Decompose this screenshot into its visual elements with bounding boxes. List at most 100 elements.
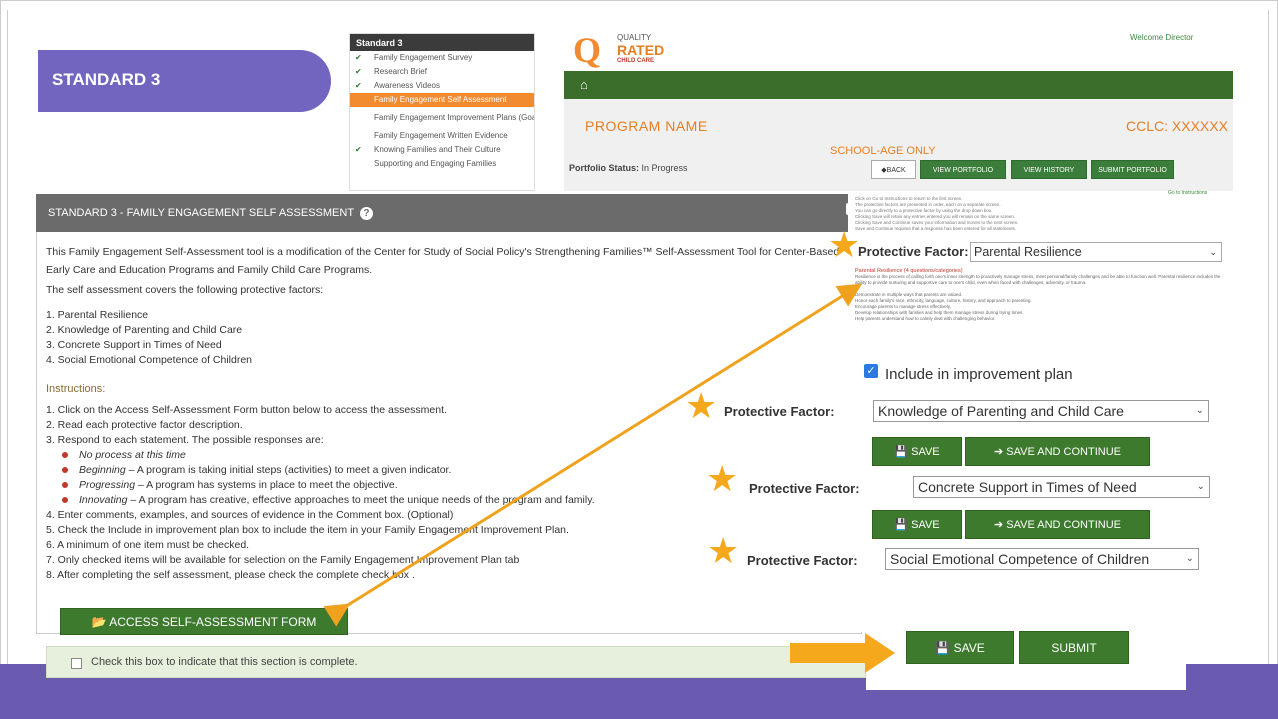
instruction-step: 8. After completing the self assessment,… (46, 569, 415, 581)
logo-line2: RATED (617, 42, 665, 58)
school-age-label: SCHOOL-AGE ONLY (830, 145, 936, 157)
panel-title-text: STANDARD 3 - FAMILY ENGAGEMENT SELF ASSE… (48, 207, 354, 219)
help-icon[interactable]: ? (359, 207, 373, 220)
factor-item: 2. Knowledge of Parenting and Child Care (46, 324, 243, 336)
q-logo-icon: Q (573, 30, 602, 70)
factor-item: 1. Parental Resilience (46, 309, 149, 321)
protective-factor-select-1[interactable]: Parental Resilience ⌄ (970, 242, 1222, 262)
pf1-value: Parental Resilience (974, 245, 1082, 259)
instruction-step: 3. Respond to each statement. The possib… (46, 434, 324, 446)
view-portfolio-button[interactable]: VIEW PORTFOLIO (920, 160, 1006, 179)
standard-menu: Standard 3 Family Engagement SurveyResea… (349, 33, 535, 191)
protective-factor-select-4[interactable]: Social Emotional Competence of Children ⌄ (885, 548, 1199, 570)
include-improvement-label: Include in improvement plan (885, 366, 1073, 383)
logo-line1: QUALITY (617, 33, 652, 42)
save-continue-button[interactable]: ➔ SAVE AND CONTINUE (965, 437, 1150, 466)
panel-title: STANDARD 3 - FAMILY ENGAGEMENT SELF ASSE… (48, 207, 373, 220)
pf1-desc-text: Resilience is the process of calling for… (855, 274, 1221, 285)
slide-border-right (1268, 10, 1269, 664)
menu-item[interactable]: Family Engagement Self Assessment (350, 93, 534, 107)
instruction-step: 1. Click on the Access Self-Assessment F… (46, 404, 447, 416)
chevron-down-icon: ⌄ (1185, 553, 1194, 564)
slide-border-left (7, 10, 8, 664)
pf1-description: Parental Resilience (4 questions/categor… (855, 268, 1225, 322)
pf1-item: Help parents understand how to calmly de… (855, 316, 996, 321)
response-desc: – A program is taking initial steps (act… (125, 464, 452, 476)
submit-portfolio-button[interactable]: SUBMIT PORTFOLIO (1091, 160, 1174, 179)
menu-item[interactable]: Research Brief (350, 65, 534, 79)
instructions-list: 1. Click on the Access Self-Assessment F… (46, 403, 595, 583)
save-label: SAVE (911, 446, 940, 458)
chevron-down-icon: ⌄ (1195, 405, 1204, 416)
response-item: Progressing – A program has systems in p… (46, 478, 595, 493)
portfolio-status: Portfolio Status: In Progress (569, 163, 688, 173)
save-continue-label: SAVE AND CONTINUE (1006, 446, 1121, 458)
final-save-button[interactable]: 💾 SAVE (906, 631, 1014, 664)
home-icon[interactable]: ⌂ (580, 77, 588, 92)
response-desc: – A program has systems in place to meet… (135, 479, 398, 491)
instruction-step: 2. Read each protective factor descripti… (46, 419, 243, 431)
include-improvement-checkbox[interactable]: ✓ (864, 364, 878, 378)
quality-rated-logo: Q QUALITY RATED CHILD CARE (573, 30, 693, 72)
back-button[interactable]: ◆BACK (871, 160, 916, 179)
star-icon: ★ (707, 530, 740, 571)
slide-title-banner: STANDARD 3 (38, 50, 331, 112)
star-icon: ★ (706, 458, 739, 499)
response-desc: – A program has creative, effective appr… (127, 494, 595, 506)
star-icon: ★ (828, 224, 861, 265)
instruction-step: 6. A minimum of one item must be checked… (46, 539, 250, 551)
instruction-step: 4. Enter comments, examples, and sources… (46, 509, 454, 521)
response-item: Beginning – A program is taking initial … (46, 463, 595, 478)
protective-factor-label: Protective Factor: (749, 481, 860, 496)
save-label: SAVE (953, 641, 985, 655)
response-item: No process at this time (46, 448, 595, 463)
save-continue-label: SAVE AND CONTINUE (1006, 519, 1121, 531)
form-instructions: Click on Go to Instructions to return to… (855, 196, 1225, 232)
portfolio-status-value: In Progress (641, 163, 688, 173)
submit-button[interactable]: SUBMIT (1019, 631, 1129, 664)
view-history-button[interactable]: VIEW HISTORY (1011, 160, 1087, 179)
protective-factor-label: Protective Factor: (858, 244, 969, 259)
save-continue-button[interactable]: ➔ SAVE AND CONTINUE (965, 510, 1150, 539)
chevron-down-icon: ⌄ (1196, 481, 1205, 492)
protective-factor-label: Protective Factor: (747, 553, 858, 568)
intro-text: This Family Engagement Self-Assessment t… (46, 246, 840, 276)
protective-factor-label: Protective Factor: (724, 404, 835, 419)
instructions-heading: Instructions: (46, 383, 106, 395)
complete-section-bar: Check this box to indicate that this sec… (46, 646, 866, 678)
access-self-assessment-button[interactable]: 📂 ACCESS SELF-ASSESSMENT FORM (60, 608, 348, 635)
factor-item: 4. Social Emotional Competence of Childr… (46, 354, 253, 366)
factor-item: 3. Concrete Support in Times of Need (46, 339, 222, 351)
response-term: Innovating (79, 494, 128, 506)
pf2-value: Knowledge of Parenting and Child Care (878, 403, 1124, 419)
panel-header: STANDARD 3 - FAMILY ENGAGEMENT SELF ASSE… (36, 194, 862, 232)
save-button[interactable]: 💾 SAVE (872, 437, 962, 466)
standard-menu-header: Standard 3 (350, 34, 534, 51)
menu-item[interactable]: Family Engagement Improvement Plans (Goa… (350, 107, 534, 129)
instruction-step: 7. Only checked items will be available … (46, 554, 520, 566)
menu-item[interactable]: Knowing Families and Their Culture (350, 143, 534, 157)
instruction-step: 5. Check the Include in improvement plan… (46, 524, 569, 536)
pf3-value: Concrete Support in Times of Need (918, 479, 1137, 495)
portfolio-status-label: Portfolio Status: (569, 163, 639, 173)
complete-checkbox[interactable] (71, 658, 82, 669)
access-button-label: ACCESS SELF-ASSESSMENT FORM (109, 615, 317, 629)
menu-item[interactable]: Family Engagement Written Evidence (350, 129, 534, 143)
menu-item[interactable]: Supporting and Engaging Families (350, 157, 534, 171)
save-button[interactable]: 💾 SAVE (872, 510, 962, 539)
protective-factor-select-2[interactable]: Knowledge of Parenting and Child Care ⌄ (873, 400, 1209, 422)
factor-list: 1. Parental Resilience 2. Knowledge of P… (46, 308, 252, 368)
complete-label: Check this box to indicate that this sec… (91, 656, 358, 668)
cclc-number: CCLC: XXXXXX (1126, 118, 1228, 134)
pf4-value: Social Emotional Competence of Children (890, 551, 1150, 567)
program-name: PROGRAM NAME (585, 118, 708, 134)
response-term: Progressing (79, 479, 136, 491)
logo-line3: CHILD CARE (617, 58, 654, 64)
response-item: Innovating – A program has creative, eff… (46, 493, 595, 508)
response-term: Beginning (79, 464, 126, 476)
protective-factor-select-3[interactable]: Concrete Support in Times of Need ⌄ (913, 476, 1210, 498)
welcome-text[interactable]: Welcome Director (1130, 33, 1193, 42)
star-icon: ★ (685, 385, 718, 426)
menu-item[interactable]: Awareness Videos (350, 79, 534, 93)
menu-item[interactable]: Family Engagement Survey (350, 51, 534, 65)
